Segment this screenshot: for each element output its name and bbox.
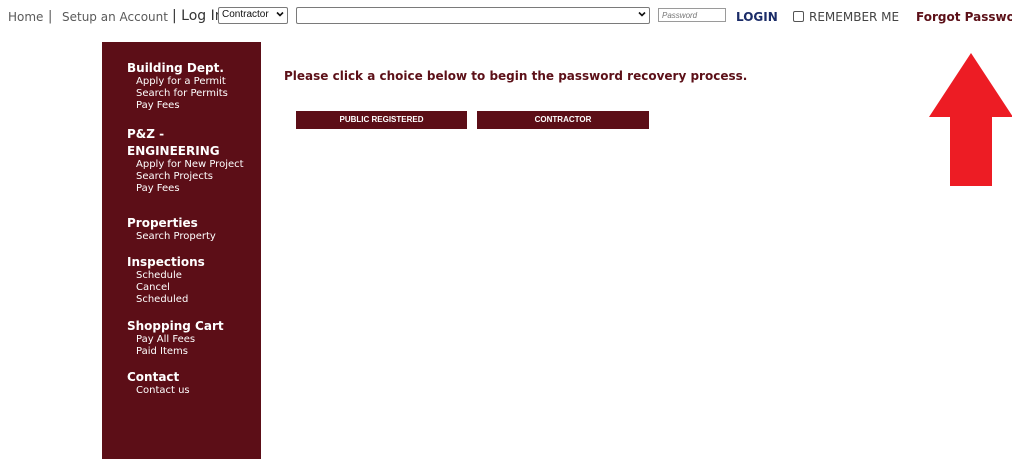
sidebar-heading-engineering: ENGINEERING (127, 144, 220, 158)
remember-me-checkbox[interactable] (793, 11, 804, 22)
sidebar-item-search-projects[interactable]: Search Projects (127, 171, 244, 183)
sidebar-section-pz-engineering: P&Z - ENGINEERING Apply for New Project … (127, 127, 244, 195)
sidebar-item-cancel[interactable]: Cancel (127, 282, 205, 294)
sidebar-section-inspections: Inspections Schedule Cancel Scheduled (127, 255, 205, 306)
sidebar-heading-inspections: Inspections (127, 255, 205, 269)
sidebar-item-scheduled[interactable]: Scheduled (127, 294, 205, 306)
account-type-value: Contractor (222, 9, 269, 20)
sidebar-heading-shopping-cart: Shopping Cart (127, 319, 224, 333)
account-type-select[interactable]: Contractor (218, 7, 288, 24)
password-input[interactable] (658, 8, 726, 22)
sidebar-section-shopping-cart: Shopping Cart Pay All Fees Paid Items (127, 319, 224, 358)
login-button[interactable]: LOGIN (736, 10, 778, 24)
sidebar-item-contact-us[interactable]: Contact us (127, 385, 190, 397)
setup-account-link[interactable]: Setup an Account (62, 10, 168, 24)
sidebar-heading-building: Building Dept. (127, 61, 224, 75)
chevron-down-icon (276, 10, 284, 18)
sidebar-item-paid-items[interactable]: Paid Items (127, 346, 224, 358)
sidebar-heading-pz: P&Z - (127, 127, 165, 141)
log-in-label: | Log In (172, 8, 224, 24)
sidebar-heading-contact: Contact (127, 370, 180, 384)
sidebar-item-pay-fees-pz[interactable]: Pay Fees (127, 183, 244, 195)
home-link[interactable]: Home (8, 10, 43, 24)
sidebar-item-schedule[interactable]: Schedule (127, 270, 205, 282)
sidebar-heading-properties: Properties (127, 216, 198, 230)
up-arrow-icon (929, 53, 1012, 186)
sidebar: Building Dept. Apply for a Permit Search… (102, 42, 261, 459)
sidebar-section-properties: Properties Search Property (127, 216, 216, 243)
sidebar-item-search-property[interactable]: Search Property (127, 231, 216, 243)
public-registered-button[interactable]: PUBLIC REGISTERED (296, 111, 467, 129)
forgot-password-link[interactable]: Forgot Password (916, 10, 1012, 24)
remember-me-label[interactable]: REMEMBER ME (809, 10, 899, 24)
sidebar-section-contact: Contact Contact us (127, 370, 190, 397)
sidebar-item-apply-permit[interactable]: Apply for a Permit (127, 76, 228, 88)
top-bar: Home | Setup an Account | Log In Contrac… (0, 0, 1012, 36)
contractor-button[interactable]: CONTRACTOR (477, 111, 649, 129)
sidebar-item-search-permits[interactable]: Search for Permits (127, 88, 228, 100)
instructions-text: Please click a choice below to begin the… (284, 69, 748, 83)
sidebar-section-building: Building Dept. Apply for a Permit Search… (127, 61, 228, 112)
sidebar-item-pay-all-fees[interactable]: Pay All Fees (127, 334, 224, 346)
user-select[interactable] (296, 7, 650, 24)
chevron-down-icon (638, 10, 646, 18)
separator: | (48, 9, 53, 24)
sidebar-item-apply-project[interactable]: Apply for New Project (127, 159, 244, 171)
sidebar-item-pay-fees[interactable]: Pay Fees (127, 100, 228, 112)
